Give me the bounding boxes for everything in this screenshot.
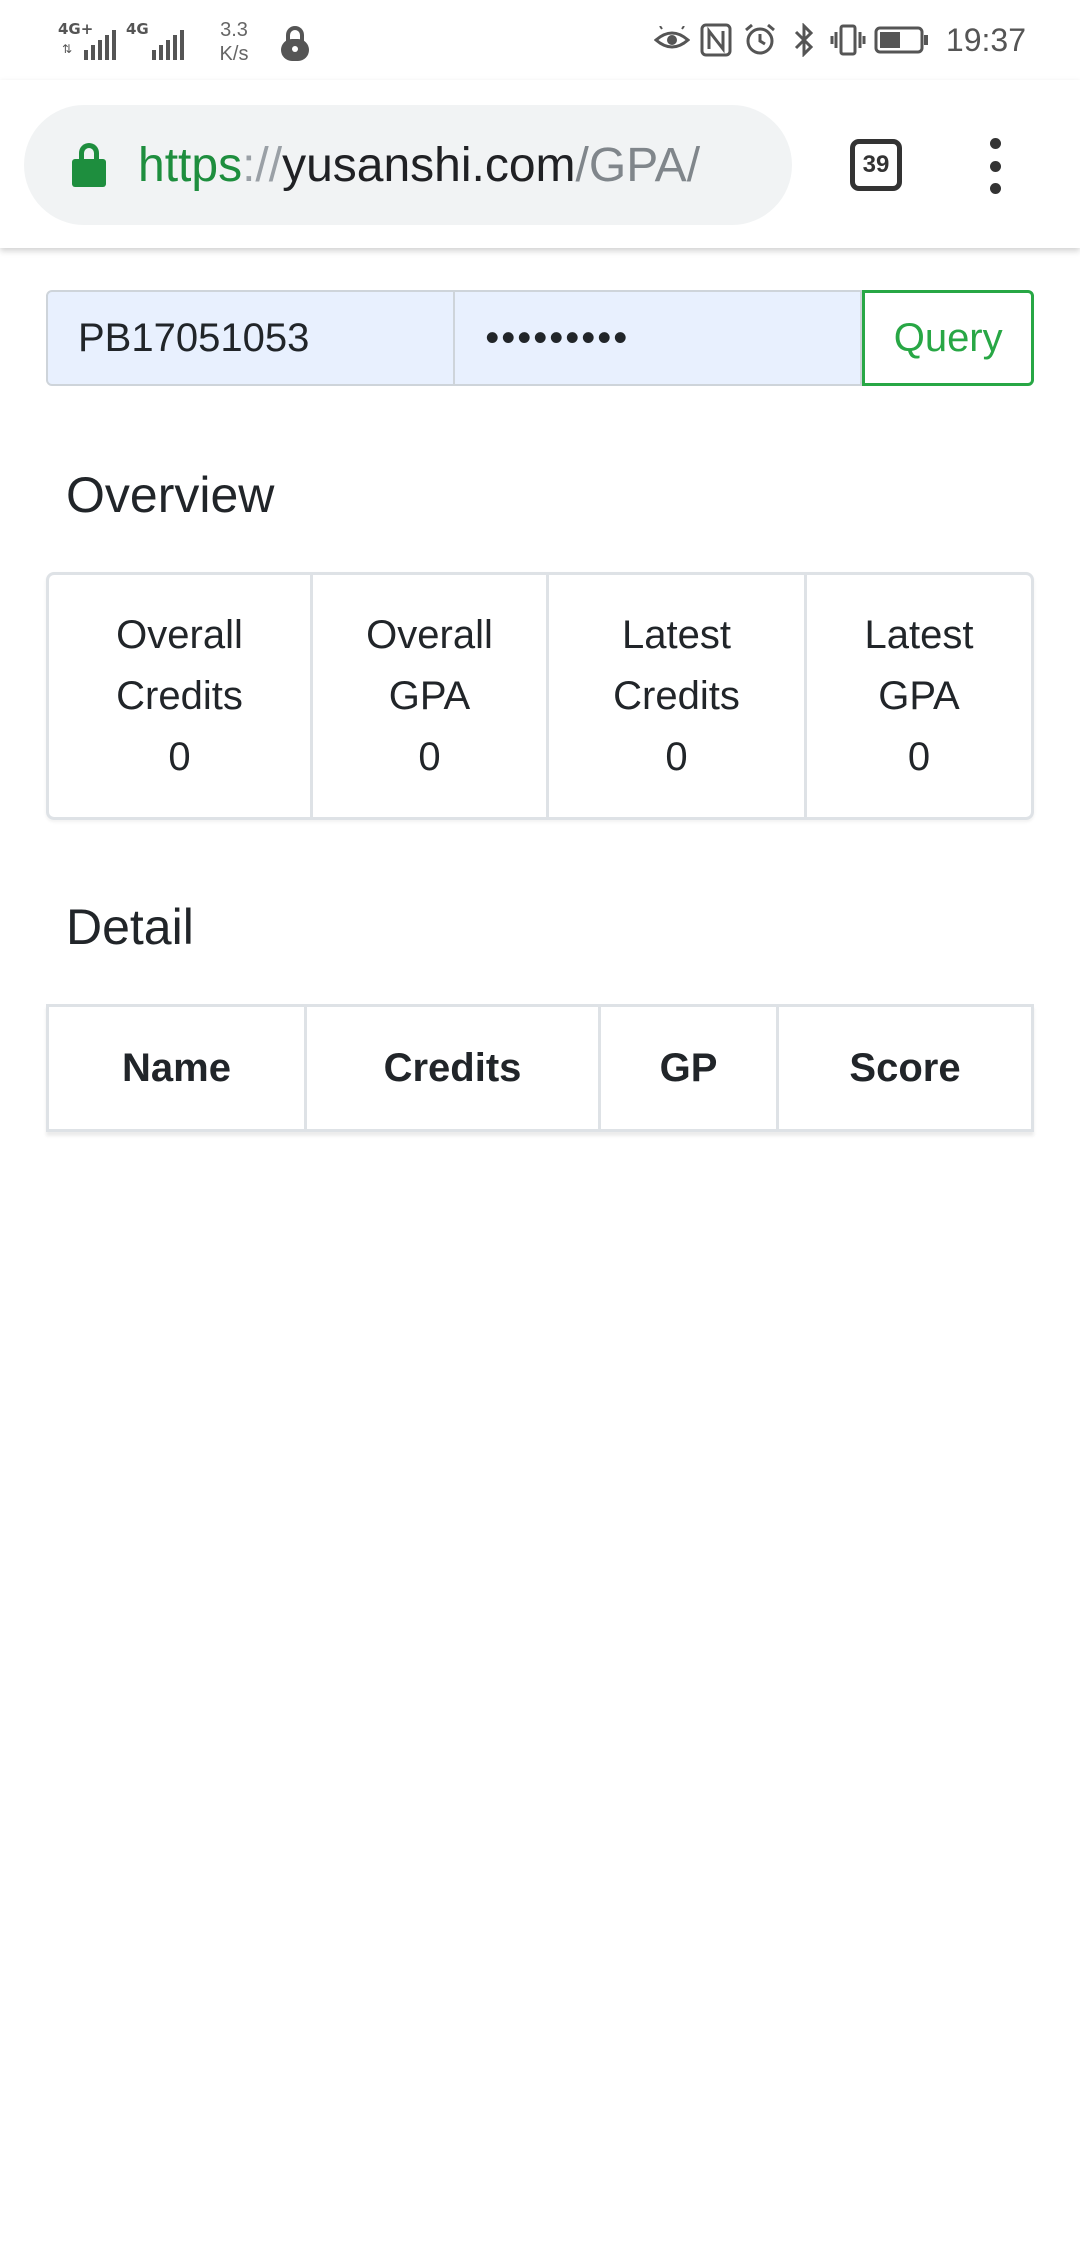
latest-gpa-cell: Latest GPA 0 <box>807 575 1031 817</box>
speed-value: 3.3 <box>220 19 248 41</box>
eye-icon <box>653 22 690 58</box>
vpn-lock-icon <box>278 22 312 62</box>
browser-toolbar: https://yusanshi.com/GPA/ 39 <box>0 80 1080 248</box>
cell-value: 0 <box>907 734 931 779</box>
url-path: /GPA/ <box>575 138 701 192</box>
signal-4g-icon: 4G <box>126 20 184 64</box>
cell-value: 0 <box>665 734 688 779</box>
signal2-label: 4G <box>126 20 149 38</box>
latest-credits-cell: Latest Credits 0 <box>549 575 807 817</box>
detail-heading: Detail <box>66 899 194 955</box>
status-right: 19:37 <box>653 18 1026 62</box>
url-text[interactable]: https://yusanshi.com/GPA/ <box>138 138 700 193</box>
url-host: yusanshi.com <box>282 138 576 192</box>
overview-card: Overall Credits 0 Overall GPA 0 Latest C… <box>46 572 1034 820</box>
column-header-score[interactable]: Score <box>779 1007 1031 1129</box>
cell-label-line2: Credits <box>116 673 243 718</box>
student-id-input[interactable]: PB17051053 <box>46 290 456 386</box>
clock: 19:37 <box>945 21 1026 58</box>
overview-heading: Overview <box>66 467 275 523</box>
tab-switcher-button[interactable]: 39 <box>850 139 902 191</box>
alarm-icon <box>742 22 778 58</box>
vibrate-icon <box>830 22 866 58</box>
query-button[interactable]: Query <box>862 290 1034 386</box>
column-header-credits[interactable]: Credits <box>307 1007 601 1129</box>
column-header-gp[interactable]: GP <box>601 1007 779 1129</box>
cell-label-line2: GPA <box>878 673 960 718</box>
status-bar: 4G+ ⇅ 4G 3.3 K/s 19:37 <box>0 0 1080 80</box>
more-menu-icon[interactable] <box>980 138 1010 194</box>
nfc-icon <box>698 22 734 58</box>
cell-label-line2: Credits <box>613 673 740 718</box>
network-speed: 3.3 K/s <box>204 18 264 66</box>
cell-value: 0 <box>168 734 191 779</box>
bluetooth-icon <box>786 22 822 58</box>
cell-label-line2: GPA <box>388 673 471 718</box>
query-form: PB17051053 ••••••••• Query <box>46 290 1034 386</box>
data-arrows-icon: ⇅ <box>62 42 73 56</box>
cell-label-line1: Overall <box>116 612 243 657</box>
cell-label-line1: Latest <box>622 612 731 657</box>
column-header-name[interactable]: Name <box>49 1007 307 1129</box>
overall-gpa-cell: Overall GPA 0 <box>313 575 549 817</box>
detail-table-header: Name Credits GP Score <box>46 1004 1034 1132</box>
address-bar[interactable]: https://yusanshi.com/GPA/ <box>24 105 792 225</box>
url-separator: :// <box>242 138 283 192</box>
cell-value: 0 <box>418 734 441 779</box>
password-input[interactable]: ••••••••• <box>455 290 863 386</box>
overall-credits-cell: Overall Credits 0 <box>49 575 313 817</box>
speed-unit: K/s <box>219 43 249 65</box>
battery-icon <box>874 22 930 58</box>
url-scheme: https <box>138 138 243 192</box>
status-left: 4G+ ⇅ 4G 3.3 K/s <box>58 14 312 70</box>
cell-label-line1: Latest <box>864 612 974 657</box>
secure-lock-icon[interactable] <box>72 143 106 187</box>
cell-label-line1: Overall <box>366 612 493 657</box>
tab-count: 39 <box>862 151 890 178</box>
signal-4g-plus-icon: 4G+ ⇅ <box>58 20 116 64</box>
